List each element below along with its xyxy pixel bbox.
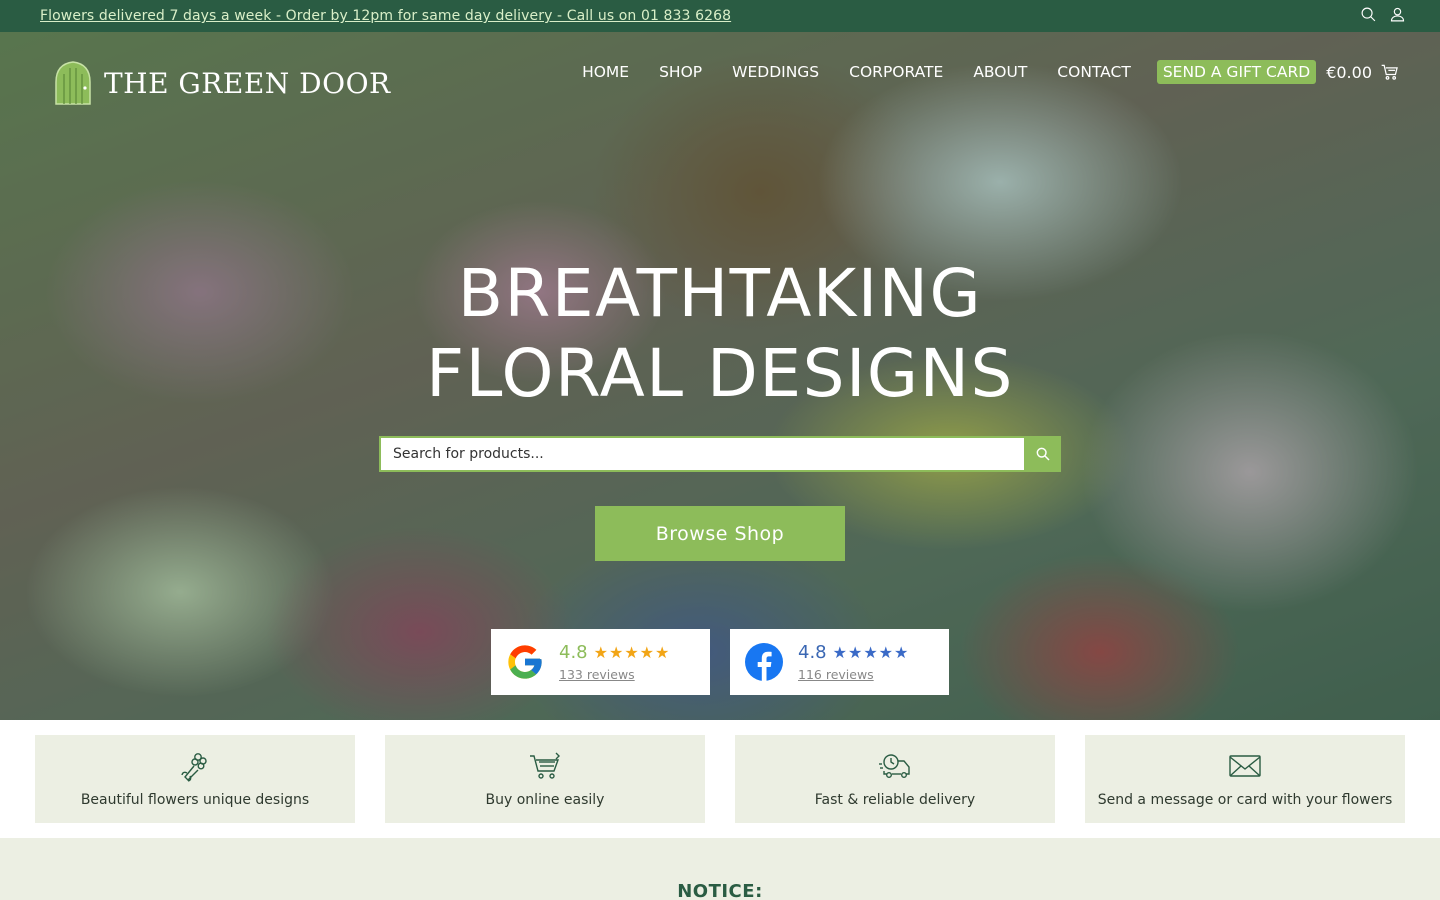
notice-title: NOTICE: [677, 881, 763, 900]
google-logo-icon [508, 645, 542, 679]
features-strip: Beautiful flowers unique designs Buy onl… [0, 720, 1440, 838]
search-icon [1036, 447, 1050, 461]
search-icon[interactable] [1360, 6, 1377, 27]
feature-delivery: Fast & reliable delivery [735, 735, 1055, 823]
delivery-truck-icon [879, 754, 910, 779]
facebook-review-details: 4.8 ★★★★★ 116 reviews [798, 642, 909, 682]
cart-button[interactable]: €0.00 [1326, 62, 1400, 82]
announcement-link[interactable]: Flowers delivered 7 days a week - Order … [40, 8, 731, 24]
hero-banner: THE GREEN DOOR HOME SHOP WEDDINGS CORPOR… [0, 32, 1440, 720]
cart-icon [1381, 64, 1398, 80]
green-door-logo-icon [55, 61, 91, 105]
google-star-rating: ★★★★★ [593, 643, 671, 662]
topbar-icons [1360, 6, 1406, 27]
notice-section: NOTICE: [0, 838, 1440, 900]
feature-buy-online: Buy online easily [385, 735, 705, 823]
main-navigation: HOME SHOP WEDDINGS CORPORATE ABOUT CONTA… [582, 60, 1400, 84]
google-rating-value: 4.8 [559, 642, 588, 663]
envelope-icon [1229, 755, 1261, 777]
feature-message-card: Send a message or card with your flowers [1085, 735, 1405, 823]
feature-label: Beautiful flowers unique designs [80, 792, 310, 808]
search-input[interactable] [379, 436, 1024, 472]
search-submit-button[interactable] [1024, 436, 1061, 472]
nav-corporate[interactable]: CORPORATE [849, 63, 943, 81]
facebook-rating-value: 4.8 [798, 642, 827, 663]
product-search [379, 436, 1061, 472]
cart-total: €0.00 [1326, 62, 1372, 82]
hero-title-line-1: BREATHTAKING [457, 255, 983, 332]
facebook-review-count[interactable]: 116 reviews [798, 667, 909, 682]
feature-label: Send a message or card with your flowers [1097, 792, 1393, 808]
google-reviews-badge[interactable]: 4.8 ★★★★★ 133 reviews [491, 629, 710, 695]
nav-home[interactable]: HOME [582, 63, 629, 81]
hero-title: BREATHTAKING FLORAL DESIGNS [0, 254, 1440, 414]
nav-contact[interactable]: CONTACT [1057, 63, 1131, 81]
feature-label: Buy online easily [485, 792, 605, 808]
google-review-count[interactable]: 133 reviews [559, 667, 670, 682]
feature-unique-designs: Beautiful flowers unique designs [35, 735, 355, 823]
nav-shop[interactable]: SHOP [659, 63, 702, 81]
facebook-star-rating: ★★★★★ [832, 643, 910, 662]
hero-title-line-2: FLORAL DESIGNS [426, 335, 1014, 412]
logo-text: THE GREEN DOOR [104, 66, 391, 100]
shopping-cart-icon [530, 752, 560, 779]
facebook-reviews-badge[interactable]: 4.8 ★★★★★ 116 reviews [730, 629, 949, 695]
google-rating-row: 4.8 ★★★★★ [559, 642, 670, 663]
nav-weddings[interactable]: WEDDINGS [732, 63, 819, 81]
user-icon[interactable] [1389, 6, 1406, 27]
bouquet-icon [181, 753, 207, 782]
send-gift-card-button[interactable]: SEND A GIFT CARD [1156, 60, 1317, 84]
browse-shop-button[interactable]: Browse Shop [595, 506, 845, 561]
google-review-details: 4.8 ★★★★★ 133 reviews [559, 642, 670, 682]
feature-label: Fast & reliable delivery [814, 792, 976, 808]
top-announcement-bar: Flowers delivered 7 days a week - Order … [0, 0, 1440, 32]
facebook-logo-icon [745, 643, 783, 681]
nav-about[interactable]: ABOUT [973, 63, 1027, 81]
site-logo[interactable]: THE GREEN DOOR [52, 60, 391, 106]
facebook-rating-row: 4.8 ★★★★★ [798, 642, 909, 663]
